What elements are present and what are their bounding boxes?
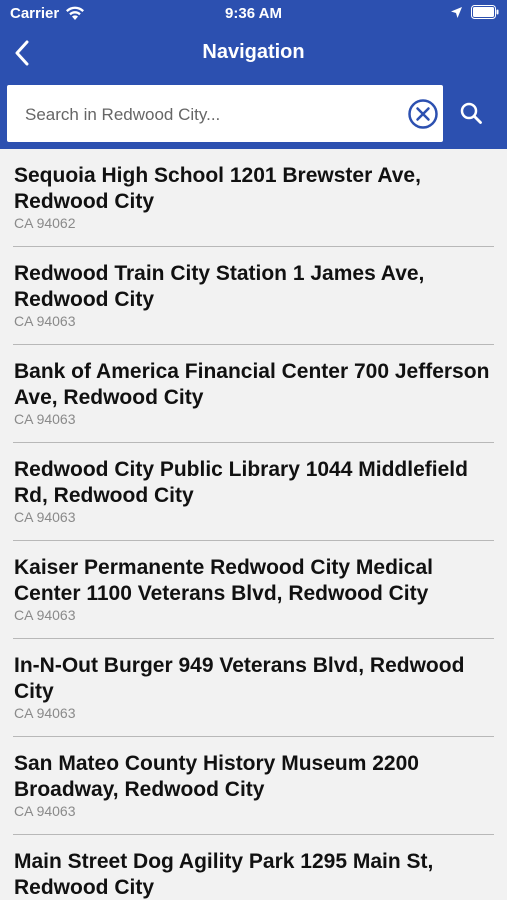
page-title: Navigation (202, 41, 305, 63)
list-item[interactable]: Kaiser Permanente Redwood City Medical C… (13, 541, 494, 639)
search-bar (0, 79, 507, 149)
status-bar: Carrier 9:36 AM (0, 0, 507, 27)
battery-icon (471, 5, 499, 19)
list-item[interactable]: In-N-Out Burger 949 Veterans Blvd, Redwo… (13, 639, 494, 737)
search-box (7, 85, 443, 144)
result-postcode: CA 94063 (14, 411, 76, 427)
list-item[interactable]: Sequoia High School 1201 Brewster Ave, R… (13, 149, 494, 247)
result-name: Redwood Train City Station 1 James Ave, … (14, 262, 425, 311)
clear-search-button[interactable] (407, 98, 439, 130)
list-item[interactable]: Redwood Train City Station 1 James Ave, … (13, 247, 494, 345)
result-name: Redwood City Public Library 1044 Middlef… (14, 458, 468, 507)
result-postcode: CA 94063 (14, 509, 76, 525)
result-name: Kaiser Permanente Redwood City Medical C… (14, 556, 433, 605)
status-right (450, 5, 499, 19)
location-arrow-icon (451, 6, 462, 18)
result-name: Sequoia High School 1201 Brewster Ave, R… (14, 164, 421, 213)
clear-circle-icon (408, 99, 438, 129)
result-postcode: CA 94062 (14, 215, 76, 231)
results-list: Sequoia High School 1201 Brewster Ave, R… (0, 149, 507, 900)
result-postcode: CA 94063 (14, 803, 76, 819)
result-postcode: CA 94063 (14, 313, 76, 329)
result-postcode: CA 94063 (14, 607, 76, 623)
result-name: In-N-Out Burger 949 Veterans Blvd, Redwo… (14, 654, 465, 703)
result-postcode: CA 94063 (14, 705, 76, 721)
list-item[interactable]: Bank of America Financial Center 700 Jef… (13, 345, 494, 443)
search-icon (460, 102, 482, 124)
clock: 9:36 AM (225, 5, 282, 22)
result-name: San Mateo County History Museum 2200 Bro… (14, 752, 419, 801)
list-item[interactable]: San Mateo County History Museum 2200 Bro… (13, 737, 494, 835)
search-input[interactable] (23, 85, 397, 144)
list-item[interactable]: Main Street Dog Agility Park 1295 Main S… (13, 835, 494, 900)
result-name: Main Street Dog Agility Park 1295 Main S… (14, 850, 434, 899)
list-item[interactable]: Redwood City Public Library 1044 Middlef… (13, 443, 494, 541)
result-name: Bank of America Financial Center 700 Jef… (14, 360, 490, 409)
navigation-bar: Navigation (0, 27, 507, 79)
search-button[interactable] (448, 90, 494, 136)
